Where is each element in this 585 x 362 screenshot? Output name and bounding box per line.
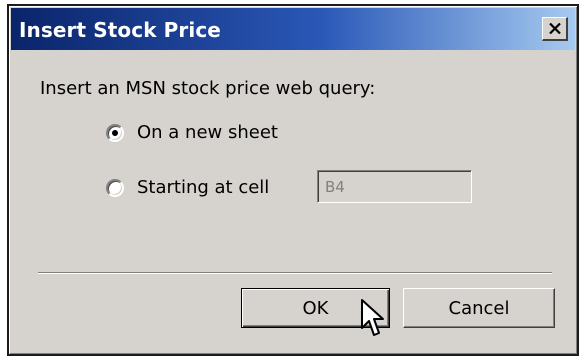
radio-button-starting-at-cell[interactable] — [106, 178, 124, 197]
radio-label-starting-at-cell: Starting at cell — [137, 177, 270, 198]
separator-line — [38, 272, 552, 274]
radio-starting-at-cell[interactable]: Starting at cell — [106, 177, 269, 198]
ok-button[interactable]: OK — [241, 288, 390, 328]
cancel-button[interactable]: Cancel — [403, 288, 555, 328]
dialog-title: Insert Stock Price — [19, 18, 221, 42]
radio-selected-dot — [112, 129, 118, 136]
title-bar[interactable]: Insert Stock Price — [11, 8, 575, 50]
prompt-label: Insert an MSN stock price web query: — [40, 78, 376, 99]
radio-label-new-sheet: On a new sheet — [137, 122, 278, 143]
close-icon — [548, 23, 561, 34]
close-button[interactable] — [542, 17, 568, 41]
starting-cell-input[interactable] — [317, 170, 472, 203]
radio-button-new-sheet[interactable] — [106, 123, 124, 142]
insert-stock-price-dialog: Insert Stock Price Insert an MSN stock p… — [7, 4, 579, 356]
radio-new-sheet[interactable]: On a new sheet — [106, 122, 278, 143]
